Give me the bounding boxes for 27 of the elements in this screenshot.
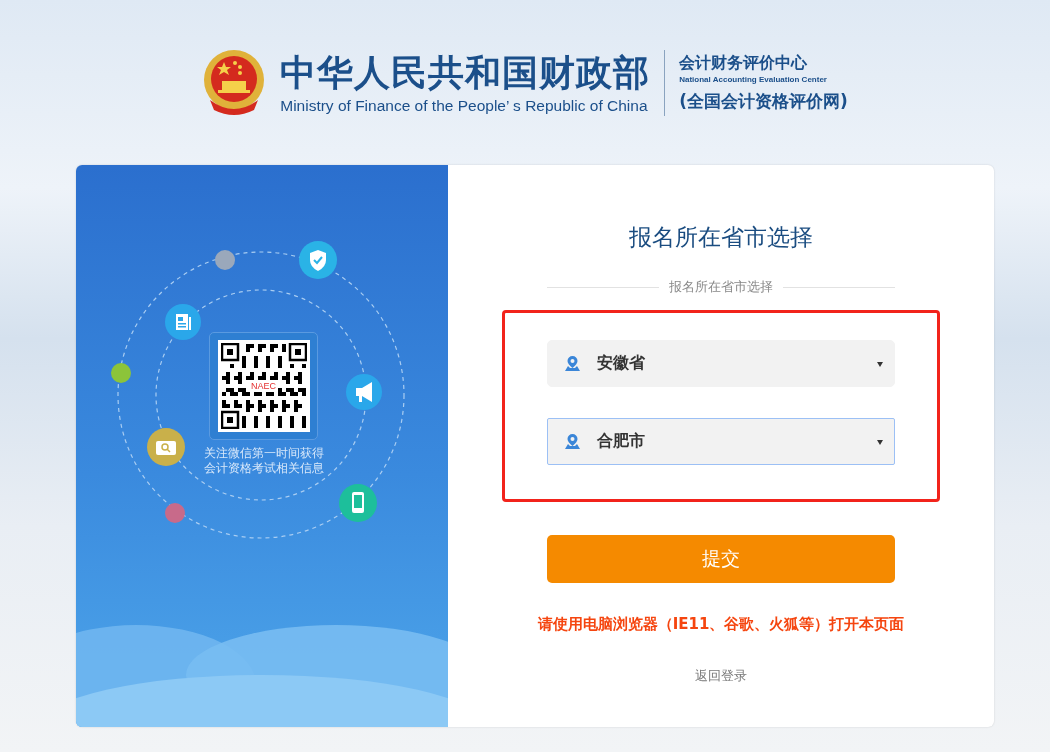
- caret-icon: [876, 437, 884, 446]
- decoration-dot: [111, 363, 131, 383]
- search-drive-icon: [147, 428, 185, 466]
- center-title: 会计财务评价中心: [679, 52, 808, 74]
- document-icon: [165, 304, 201, 340]
- location-pin-icon: [564, 433, 581, 450]
- center-english-title: National Accounting Evaluation Center: [679, 74, 827, 84]
- megaphone-icon: [346, 374, 382, 410]
- shield-check-icon: [299, 241, 337, 279]
- wechat-caption: 会计资格考试相关信息: [204, 461, 324, 476]
- emblem-icon: [202, 47, 267, 118]
- back-to-login-link[interactable]: 返回登录: [695, 667, 747, 685]
- phone-icon: [339, 484, 377, 522]
- location-select[interactable]: 安徽省: [547, 340, 895, 387]
- form-subtitle: 报名所在省市选择: [669, 279, 773, 296]
- ministry-title: 中华人民共和国财政部: [280, 50, 651, 95]
- location-select[interactable]: 合肥市: [547, 418, 895, 465]
- ministry-english-title: Ministry of Finance of the People’ s Republic of China: [280, 96, 648, 115]
- location-pin-icon: [564, 355, 581, 372]
- wechat-caption: 关注微信第一时间获得: [204, 446, 324, 461]
- decoration-dot: [215, 250, 235, 270]
- form-title: 报名所在省市选择: [629, 223, 813, 252]
- qr-logo-text: NAEC: [249, 380, 278, 392]
- caret-icon: [876, 359, 884, 368]
- browser-notice: 请使用电脑浏览器（IE11、谷歌、火狐等）打开本页面: [537, 615, 905, 634]
- decoration-dot: [165, 503, 185, 523]
- site-name: (全国会计资格评价网): [679, 89, 848, 113]
